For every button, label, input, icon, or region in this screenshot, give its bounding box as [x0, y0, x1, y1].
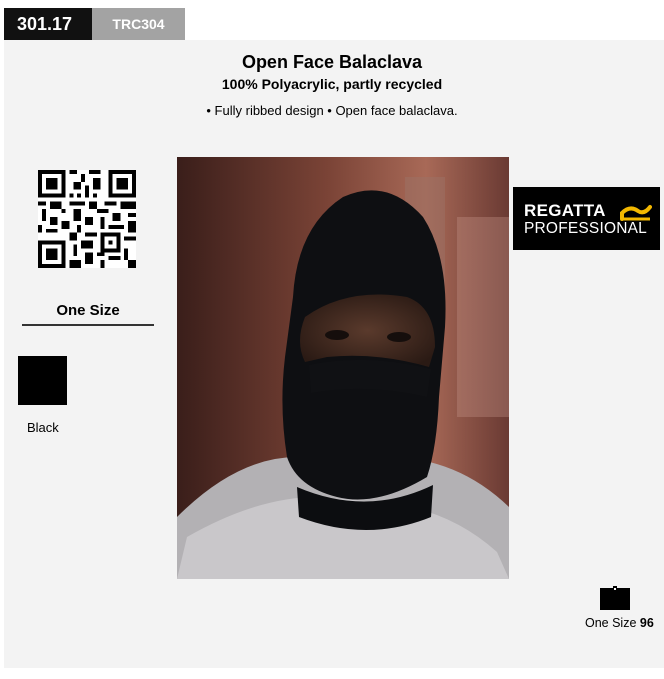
- size-divider: [22, 324, 154, 326]
- product-title: Open Face Balaclava: [241, 52, 423, 72]
- product-photo: [177, 157, 509, 579]
- pack-size-label: One Size: [585, 616, 637, 630]
- product-reference: TRC304: [92, 8, 185, 40]
- brand-name: REGATTA: [524, 201, 606, 220]
- size-label: One Size: [56, 302, 120, 319]
- colour-label: Black: [27, 420, 59, 435]
- brand-wave-icon: [620, 205, 652, 221]
- qr-code-icon[interactable]: [38, 170, 136, 268]
- box-icon: [600, 586, 630, 610]
- product-code: 301.17: [4, 8, 92, 40]
- product-material: 100% Polyacrylic, partly recycled: [221, 76, 443, 92]
- pack-quantity: One Size 96: [585, 616, 654, 630]
- product-features: • Fully ribbed design • Open face balacl…: [206, 103, 458, 118]
- colour-swatch-black[interactable]: [18, 356, 67, 405]
- pack-count: 96: [639, 616, 654, 630]
- brand-logo: REGATTA PROFESSIONAL: [513, 187, 660, 250]
- brand-subname: PROFESSIONAL: [524, 220, 647, 237]
